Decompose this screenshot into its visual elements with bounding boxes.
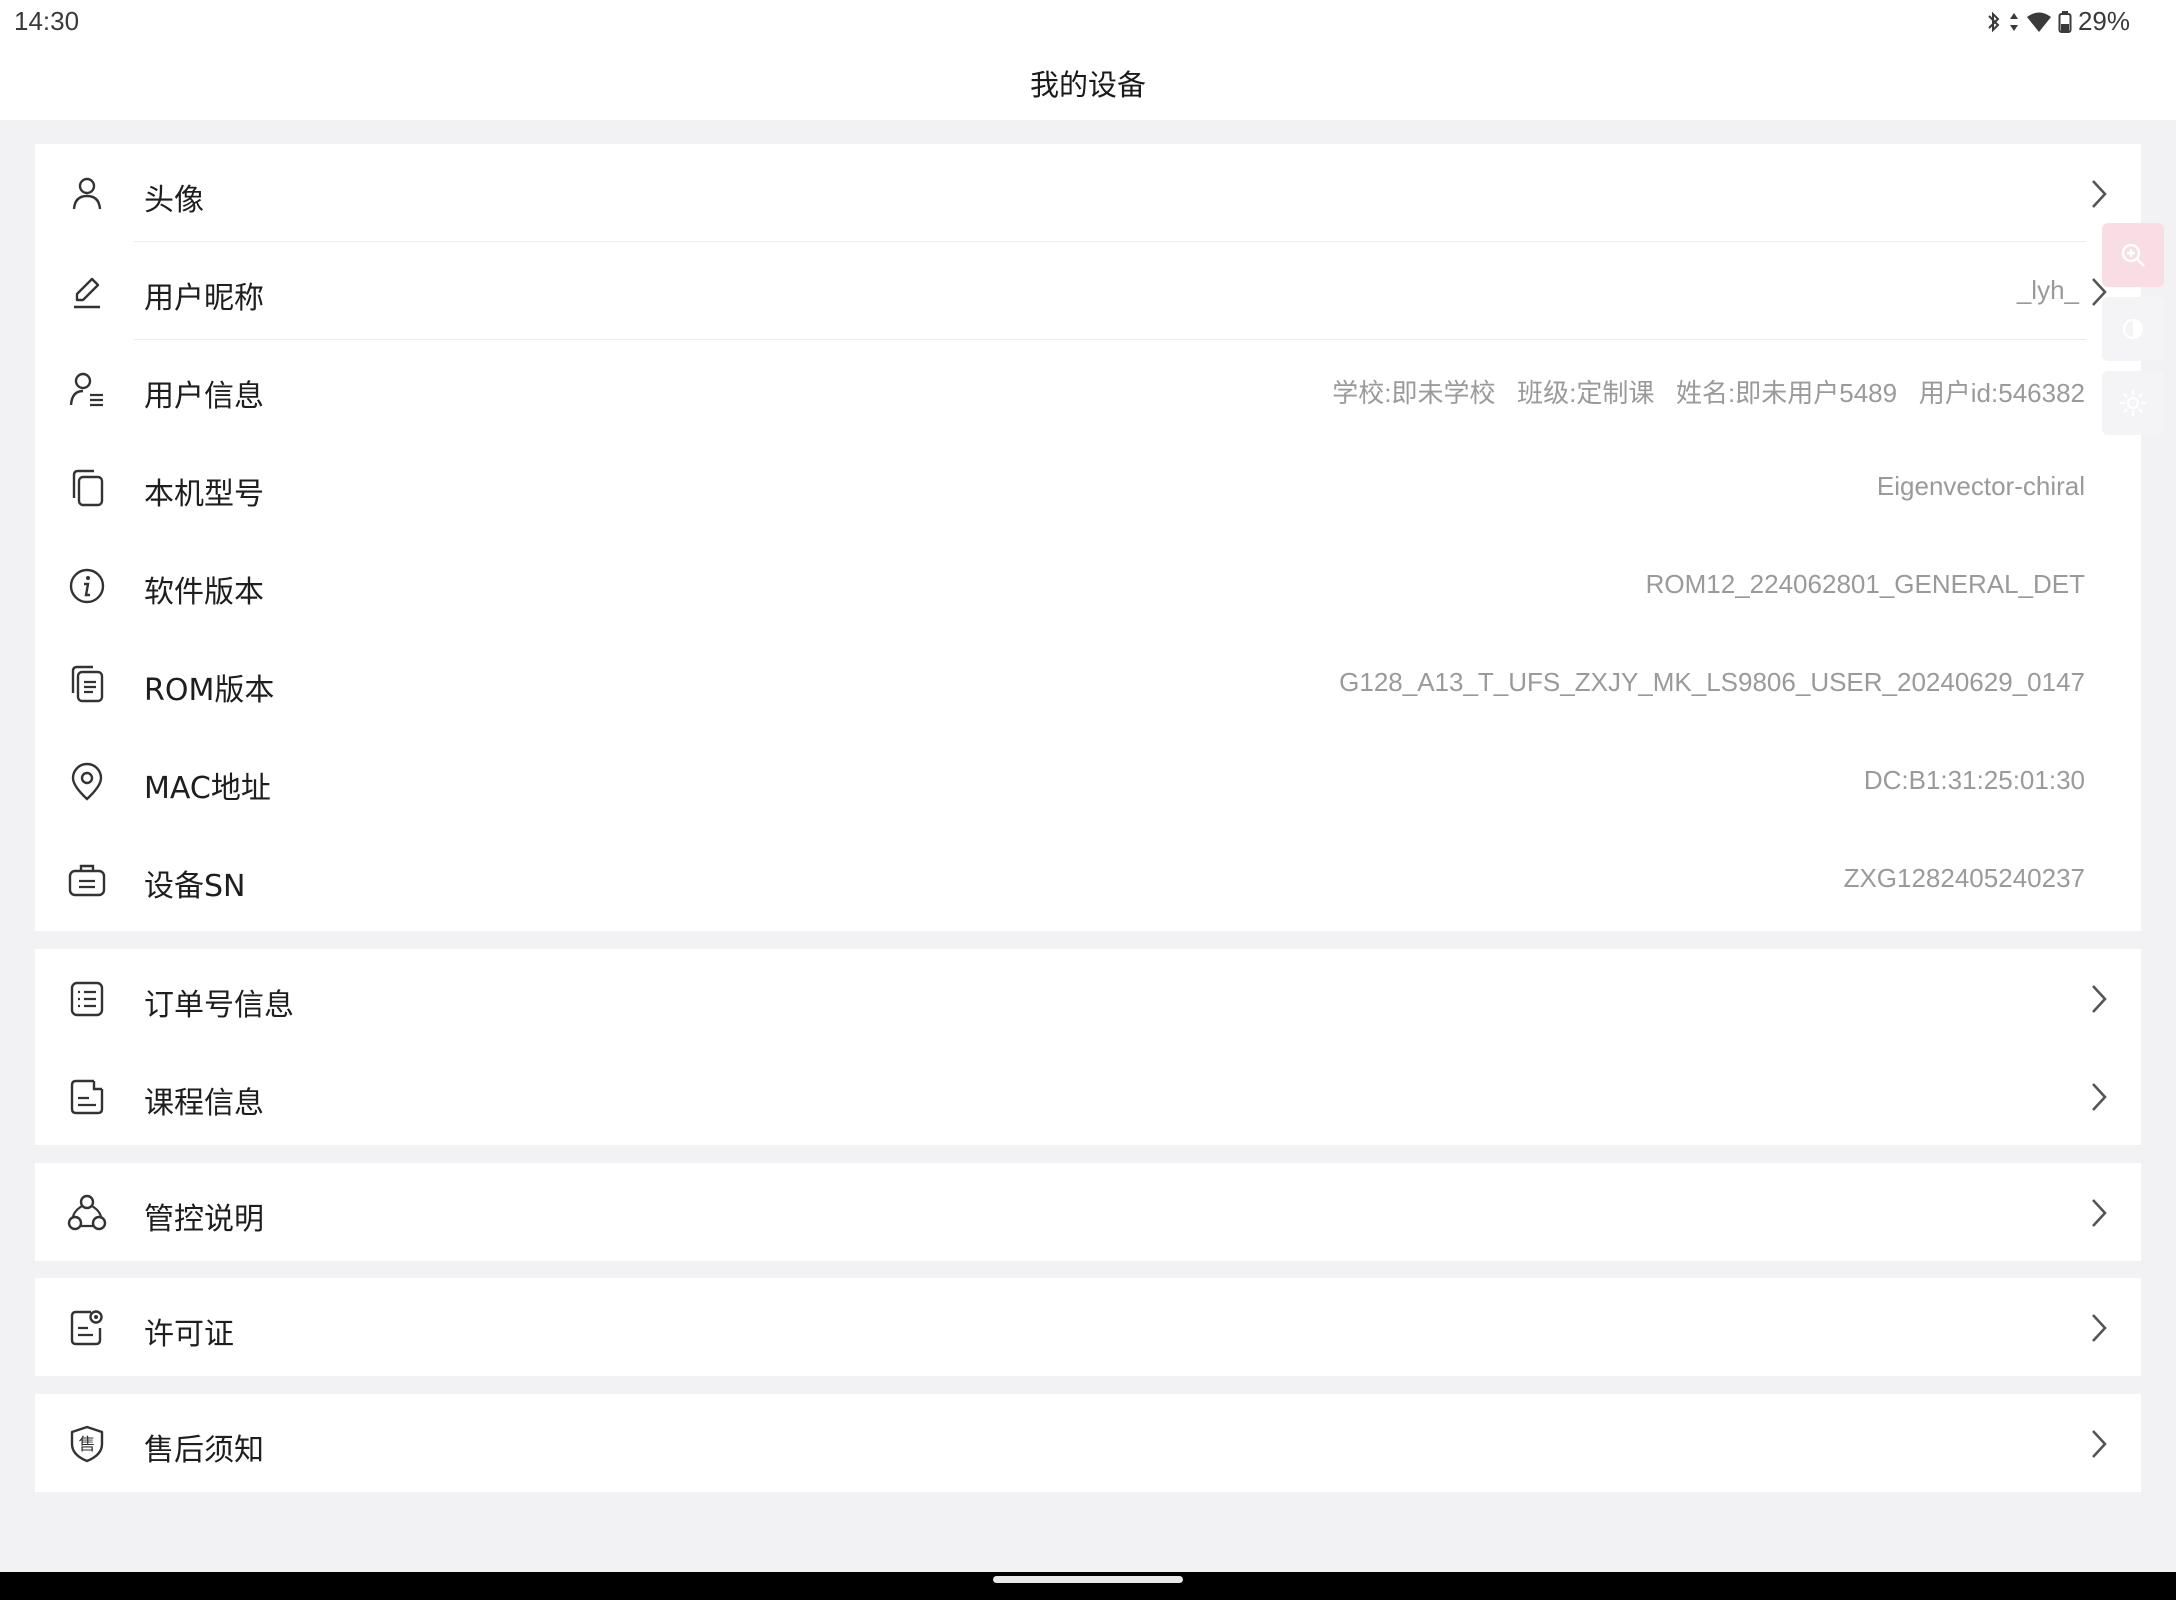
- certificate-icon: [70, 1310, 103, 1346]
- home-indicator[interactable]: [993, 1576, 1183, 1583]
- contrast-icon: [2122, 318, 2144, 340]
- row-avatar[interactable]: 头像: [35, 144, 2141, 242]
- id-card-icon: [68, 864, 106, 897]
- brightness-icon: [2120, 390, 2146, 416]
- status-bar: 14:30 29%: [0, 0, 2176, 44]
- device-sn-value: ZXG1282405240237: [1843, 863, 2085, 893]
- edit-pen-icon: [74, 277, 100, 309]
- shield-sale-icon: 售: [67, 1424, 107, 1464]
- row-device-sn: 设备SN ZXG1282405240237: [35, 830, 2141, 928]
- user-info-value: 学校:即未学校 班级:定制课 姓名:即未用户5489 用户id:546382: [1332, 378, 2085, 408]
- row-label: 用户信息: [144, 379, 264, 414]
- row-label: 课程信息: [144, 1086, 264, 1121]
- shield-badge-char: 售: [78, 1435, 96, 1455]
- person-icon: [72, 177, 102, 210]
- course-note-icon: [70, 1079, 104, 1115]
- after-sales-card: 售 售后须知: [35, 1394, 2141, 1492]
- order-course-card: 订单号信息 课程信息: [35, 949, 2141, 1145]
- chevron-right-icon: [2092, 1314, 2107, 1342]
- row-model: 本机型号 Eigenvector-chiral: [35, 438, 2141, 536]
- license-card: 许可证: [35, 1278, 2141, 1376]
- row-label: 用户昵称: [144, 281, 264, 316]
- software-version-value: ROM12_224062801_GENERAL_DET: [1645, 569, 2085, 599]
- chevron-right-icon: [2092, 1430, 2107, 1458]
- bluetooth-icon: [1988, 11, 2000, 32]
- device-info-card: 头像 用户昵称 _lyh_ 用户信息 学校:即未学校 班级:定制课 姓名:即未用…: [35, 144, 2141, 931]
- row-course-info[interactable]: 课程信息: [35, 1047, 2141, 1145]
- floating-toolbar: [2102, 223, 2164, 435]
- battery-percent: 29%: [2077, 6, 2130, 36]
- brightness-button[interactable]: [2102, 371, 2164, 435]
- row-label: 售后须知: [144, 1433, 264, 1468]
- device-copy-icon: [72, 469, 104, 507]
- chevron-right-icon: [2092, 1199, 2107, 1227]
- info-circle-icon: [69, 568, 105, 604]
- row-rom-version: ROM版本 G128_A13_T_UFS_ZXJY_MK_LS9806_USER…: [35, 634, 2141, 732]
- row-label: 软件版本: [144, 575, 264, 610]
- contrast-button[interactable]: [2102, 297, 2164, 361]
- row-label: 设备SN: [144, 869, 246, 904]
- row-label: 管控说明: [144, 1202, 264, 1237]
- chevron-right-icon: [2092, 180, 2107, 208]
- chevron-right-icon: [2092, 985, 2107, 1013]
- row-user-info: 用户信息 学校:即未学校 班级:定制课 姓名:即未用户5489 用户id:546…: [35, 340, 2141, 438]
- zoom-button[interactable]: [2102, 223, 2164, 287]
- chevron-right-icon: [2092, 1083, 2107, 1111]
- row-license[interactable]: 许可证: [35, 1278, 2141, 1376]
- row-nickname[interactable]: 用户昵称 _lyh_: [35, 242, 2141, 340]
- row-label: 许可证: [144, 1317, 234, 1352]
- location-pin-icon: [71, 762, 103, 801]
- row-label: ROM版本: [144, 673, 275, 708]
- row-label: MAC地址: [144, 771, 271, 806]
- wifi-icon: [2026, 12, 2051, 32]
- status-time: 14:30: [14, 6, 80, 36]
- title-bar: 我的设备: [0, 44, 2176, 120]
- page-title: 我的设备: [1029, 68, 1146, 102]
- battery-icon: [2058, 10, 2072, 33]
- row-label: 本机型号: [144, 477, 264, 512]
- row-order-info[interactable]: 订单号信息: [35, 949, 2141, 1047]
- row-software-version: 软件版本 ROM12_224062801_GENERAL_DET: [35, 536, 2141, 634]
- document-copy-icon: [71, 665, 104, 703]
- list-icon: [70, 981, 104, 1017]
- row-control-explanation[interactable]: 管控说明: [35, 1163, 2141, 1261]
- row-after-sales[interactable]: 售 售后须知: [35, 1394, 2141, 1492]
- rom-version-value: G128_A13_T_UFS_ZXJY_MK_LS9806_USER_20240…: [1339, 667, 2085, 697]
- data-arrows-icon: [2009, 12, 2018, 31]
- nickname-value: _lyh_: [2016, 275, 2079, 305]
- row-mac-address: MAC地址 DC:B1:31:25:01:30: [35, 732, 2141, 830]
- zoom-in-icon: [2121, 243, 2145, 267]
- user-list-icon: [69, 372, 103, 407]
- mac-address-value: DC:B1:31:25:01:30: [1863, 765, 2085, 795]
- status-icons: 29%: [1986, 6, 2130, 37]
- row-label: 头像: [144, 183, 204, 218]
- network-group-icon: [67, 1194, 107, 1231]
- model-value: Eigenvector-chiral: [1876, 471, 2085, 501]
- row-label: 订单号信息: [144, 988, 294, 1023]
- control-card: 管控说明: [35, 1163, 2141, 1261]
